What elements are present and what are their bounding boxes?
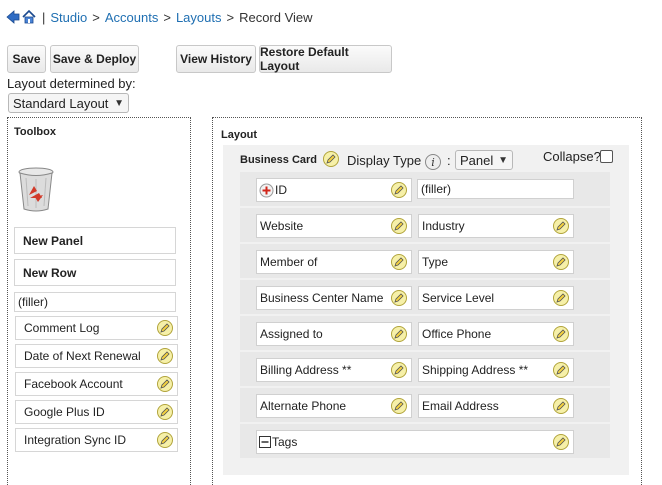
pencil-icon[interactable]: [391, 326, 407, 342]
toolbox-field-label: Date of Next Renewal: [24, 349, 141, 363]
panel-name: Business Card: [240, 154, 318, 166]
collapse-checkbox[interactable]: [600, 150, 613, 163]
pencil-icon[interactable]: [553, 362, 569, 378]
restore-default-layout-button[interactable]: Restore Default Layout: [259, 45, 392, 73]
breadcrumb: | Studio > Accounts > Layouts > Record V…: [6, 6, 313, 28]
pencil-icon[interactable]: [391, 182, 407, 198]
save-button[interactable]: Save: [7, 45, 46, 73]
layout-field-filler[interactable]: (filler): [417, 179, 574, 199]
toolbox-new-panel[interactable]: New Panel: [14, 227, 176, 254]
chevron-down-icon: ▼: [114, 97, 124, 109]
layout-field-email-address[interactable]: Email Address: [418, 394, 574, 418]
pencil-icon[interactable]: [157, 348, 173, 364]
breadcrumb-arrow: >: [226, 9, 235, 25]
minus-icon[interactable]: [259, 436, 271, 448]
layout-field-member-of[interactable]: Member of: [256, 250, 412, 274]
layout-field-label: Business Center Name: [260, 291, 384, 305]
breadcrumb-layouts[interactable]: Layouts: [176, 10, 222, 25]
layout-field-label: Tags: [272, 435, 298, 449]
display-type-colon: :: [447, 153, 451, 168]
pencil-icon[interactable]: [157, 320, 173, 336]
layout-field-assigned-to[interactable]: Assigned to: [256, 322, 412, 346]
breadcrumb-current: Record View: [239, 9, 313, 25]
layout-field-label: Alternate Phone: [260, 399, 347, 413]
toolbox-title: Toolbox: [14, 126, 56, 138]
layout-field-office-phone[interactable]: Office Phone: [418, 322, 574, 346]
display-type-label: Display Type: [347, 153, 422, 168]
toolbox-field-label: Comment Log: [24, 321, 100, 335]
layout-field-label: Billing Address **: [260, 363, 352, 377]
pencil-icon[interactable]: [323, 151, 339, 167]
pencil-icon[interactable]: [157, 432, 173, 448]
layout-field-website[interactable]: Website: [256, 214, 412, 238]
back-arrow-icon[interactable]: [6, 9, 20, 25]
layout-select-value: Standard Layout: [13, 95, 109, 111]
layout-field-label: ID: [275, 183, 287, 197]
layout-field-billing-address[interactable]: Billing Address **: [256, 358, 412, 382]
breadcrumb-arrow: >: [92, 9, 100, 25]
layout-determined-by-label: Layout determined by:: [7, 76, 136, 91]
plus-icon[interactable]: [259, 183, 274, 198]
pencil-icon[interactable]: [157, 404, 173, 420]
layout-field-label: Shipping Address **: [422, 363, 529, 377]
view-history-button[interactable]: View History: [176, 45, 256, 73]
layout-field-label: Assigned to: [260, 327, 323, 341]
layout-field-label: Email Address: [422, 399, 499, 413]
recycle-bin-icon[interactable]: [17, 166, 55, 212]
pencil-icon[interactable]: [553, 434, 569, 450]
chevron-down-icon: ▼: [498, 154, 508, 166]
pencil-icon[interactable]: [553, 218, 569, 234]
layout-field-business-center-name[interactable]: Business Center Name: [256, 286, 412, 310]
layout-field-label: Industry: [422, 219, 465, 233]
pencil-icon[interactable]: [391, 218, 407, 234]
layout-field-alternate-phone[interactable]: Alternate Phone: [256, 394, 412, 418]
layout-field-tags[interactable]: Tags: [256, 430, 574, 454]
toolbox-field-google-plus-id[interactable]: Google Plus ID: [15, 400, 178, 424]
layout-field-label: Office Phone: [422, 327, 492, 341]
save-deploy-button[interactable]: Save & Deploy: [50, 45, 139, 73]
toolbox-new-row[interactable]: New Row: [14, 259, 176, 286]
toolbox-field-label: Google Plus ID: [24, 405, 105, 419]
toolbox-panel: Toolbox New Panel New Row (filler) Comme…: [7, 117, 191, 485]
layout-title: Layout: [221, 129, 258, 141]
layout-field-type[interactable]: Type: [418, 250, 574, 274]
layout-field-label: (filler): [421, 182, 451, 196]
breadcrumb-divider: |: [42, 9, 46, 25]
layout-field-service-level[interactable]: Service Level: [418, 286, 574, 310]
layout-field-label: Type: [422, 255, 449, 269]
display-type-value: Panel: [460, 152, 494, 168]
pencil-icon[interactable]: [553, 290, 569, 306]
breadcrumb-arrow: >: [163, 9, 171, 25]
info-icon[interactable]: i: [425, 154, 441, 170]
pencil-icon[interactable]: [553, 398, 569, 414]
layout-field-id[interactable]: ID: [256, 178, 412, 202]
layout-determined-by-select[interactable]: Standard Layout ▼: [8, 93, 129, 113]
breadcrumb-studio[interactable]: Studio: [50, 10, 87, 25]
pencil-icon[interactable]: [553, 254, 569, 270]
collapse-label: Collapse?: [543, 149, 601, 164]
toolbox-field-label: Facebook Account: [24, 377, 123, 391]
layout-field-label: Member of: [260, 255, 318, 269]
breadcrumb-accounts[interactable]: Accounts: [105, 10, 158, 25]
pencil-icon[interactable]: [553, 326, 569, 342]
layout-field-industry[interactable]: Industry: [418, 214, 574, 238]
toolbox-field-date-of-next-renewal[interactable]: Date of Next Renewal: [15, 344, 178, 368]
layout-field-label: Service Level: [422, 291, 495, 305]
layout-field-label: Website: [260, 219, 304, 233]
toolbox-field-integration-sync-id[interactable]: Integration Sync ID: [15, 428, 178, 452]
display-type-select[interactable]: Panel ▼: [455, 150, 513, 170]
toolbox-field-label: Integration Sync ID: [24, 433, 127, 447]
toolbox-filler[interactable]: (filler): [14, 292, 176, 312]
pencil-icon[interactable]: [391, 254, 407, 270]
toolbox-field-comment-log[interactable]: Comment Log: [15, 316, 178, 340]
home-icon[interactable]: [22, 9, 36, 25]
pencil-icon[interactable]: [391, 398, 407, 414]
toolbox-field-facebook-account[interactable]: Facebook Account: [15, 372, 178, 396]
layout-field-shipping-address[interactable]: Shipping Address **: [418, 358, 574, 382]
pencil-icon[interactable]: [391, 362, 407, 378]
pencil-icon[interactable]: [157, 376, 173, 392]
pencil-icon[interactable]: [391, 290, 407, 306]
